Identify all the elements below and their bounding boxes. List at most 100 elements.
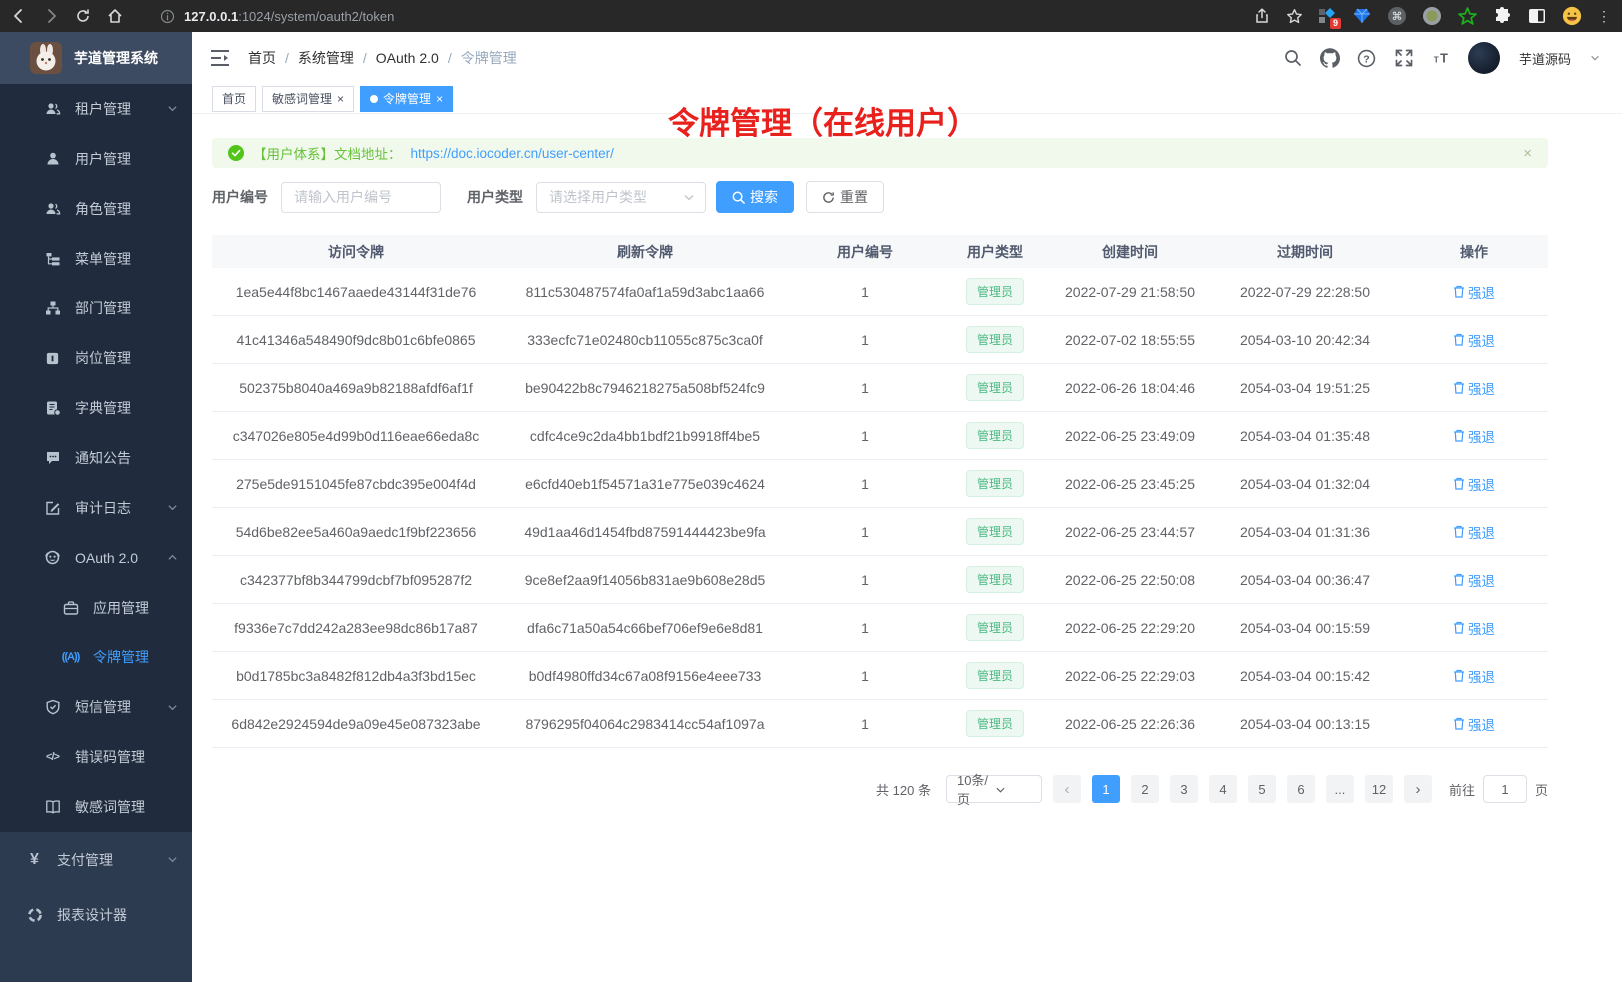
sidebar-item-menu-mgmt[interactable]: 菜单管理 — [0, 234, 192, 284]
force-logout-button[interactable]: 强退 — [1453, 282, 1495, 302]
red-annotation-text: 令牌管理（在线用户） — [668, 98, 978, 143]
page-button-3[interactable]: 3 — [1170, 775, 1198, 803]
page-button-12[interactable]: 12 — [1365, 775, 1393, 803]
page-button-5[interactable]: 5 — [1248, 775, 1276, 803]
sidebar-item-oauth-tokens[interactable]: ((A)) 令牌管理 — [0, 632, 192, 682]
sidebar-item-oauth[interactable]: OAuth 2.0 — [0, 533, 192, 583]
app-logo[interactable]: 芋道管理系统 — [0, 32, 192, 84]
alert-text: 【用户体系】文档地址： — [253, 143, 402, 163]
more-pages-button[interactable]: ... — [1326, 775, 1354, 803]
expires-cell: 2054-03-04 00:15:59 — [1210, 620, 1400, 636]
close-icon[interactable]: × — [436, 93, 443, 105]
access-token-cell: 41c41346a548490f9dc8b01c6bfe0865 — [212, 332, 500, 348]
chevron-down-icon[interactable] — [1590, 53, 1600, 63]
expires-cell: 2054-03-04 00:36:47 — [1210, 572, 1400, 588]
alert-close-icon[interactable]: × — [1523, 145, 1532, 162]
yen-icon: ¥ — [26, 851, 43, 868]
refresh-token-cell: e6cfd40eb1f54571a31e775e039c4624 — [500, 476, 790, 492]
access-token-cell: c342377bf8b344799dcbf7bf095287f2 — [212, 572, 500, 588]
share-icon[interactable] — [1253, 7, 1271, 25]
next-page-button[interactable]: › — [1404, 775, 1432, 803]
goto-page-input[interactable] — [1483, 775, 1527, 803]
page-info-icon[interactable] — [158, 7, 176, 25]
sidebar-item-sensitive-words[interactable]: 敏感词管理 — [0, 782, 192, 832]
page-button-2[interactable]: 2 — [1131, 775, 1159, 803]
sidebar-item-tenant[interactable]: 租户管理 — [0, 84, 192, 134]
sidebar-item-notice[interactable]: 通知公告 — [0, 433, 192, 483]
sidebar-item-payment[interactable]: ¥ 支付管理 — [0, 832, 192, 887]
chevron-down-icon — [167, 702, 178, 713]
goto-suffix: 页 — [1535, 780, 1548, 799]
force-logout-button[interactable]: 强退 — [1453, 426, 1495, 446]
sidebar-item-post[interactable]: 岗位管理 — [0, 333, 192, 383]
green-star-extension-icon[interactable] — [1457, 6, 1477, 26]
sidebar-item-sms[interactable]: 短信管理 — [0, 682, 192, 732]
created-cell: 2022-06-26 18:04:46 — [1050, 380, 1210, 396]
tab-home[interactable]: 首页 — [212, 86, 256, 112]
sidebar-item-audit-log[interactable]: 审计日志 — [0, 483, 192, 533]
page-button-4[interactable]: 4 — [1209, 775, 1237, 803]
search-icon[interactable] — [1283, 48, 1303, 68]
sidebar-toggle-icon[interactable] — [210, 48, 232, 68]
font-size-icon[interactable]: TT — [1431, 48, 1451, 68]
github-icon[interactable] — [1320, 48, 1340, 68]
breadcrumb-oauth[interactable]: OAuth 2.0 — [376, 50, 439, 66]
reset-button[interactable]: 重置 — [806, 181, 884, 213]
prev-page-button[interactable]: ‹ — [1053, 775, 1081, 803]
force-logout-button[interactable]: 强退 — [1453, 474, 1495, 494]
gem-extension-icon[interactable] — [1352, 6, 1372, 26]
sidebar-item-role[interactable]: 角色管理 — [0, 184, 192, 234]
force-logout-button[interactable]: 强退 — [1453, 570, 1495, 590]
sidebar-item-errcode[interactable]: </> 错误码管理 — [0, 732, 192, 782]
breadcrumb-system[interactable]: 系统管理 — [298, 48, 354, 68]
force-logout-button[interactable]: 强退 — [1453, 618, 1495, 638]
page-button-1[interactable]: 1 — [1092, 775, 1120, 803]
forward-icon[interactable] — [42, 7, 60, 25]
close-icon[interactable]: × — [337, 93, 344, 105]
created-cell: 2022-06-25 22:26:36 — [1050, 716, 1210, 732]
force-logout-button[interactable]: 强退 — [1453, 330, 1495, 350]
notice-bubble-icon — [44, 449, 61, 466]
user-type-badge: 管理员 — [966, 422, 1024, 449]
address-bar[interactable]: 127.0.0.1:1024/system/oauth2/token — [146, 3, 1239, 29]
force-logout-button[interactable]: 强退 — [1453, 714, 1495, 734]
sidepanel-icon[interactable] — [1527, 6, 1547, 26]
force-logout-button[interactable]: 强退 — [1453, 666, 1495, 686]
dot-extension-icon[interactable] — [1422, 6, 1442, 26]
force-logout-button[interactable]: 强退 — [1453, 522, 1495, 542]
browser-toolbar: 127.0.0.1:1024/system/oauth2/token 9 ⌘ ⋮ — [0, 0, 1622, 32]
url-path: :1024/system/oauth2/token — [238, 9, 394, 24]
user-id-cell: 1 — [790, 620, 940, 636]
pixel-extension-icon[interactable]: 9 — [1317, 6, 1337, 26]
user-type-label: 用户类型 — [467, 187, 523, 207]
profile-avatar-icon[interactable] — [1562, 6, 1582, 26]
user-type-select[interactable]: 请选择用户类型 — [536, 182, 706, 213]
help-icon[interactable]: ? — [1357, 48, 1377, 68]
fullscreen-icon[interactable] — [1394, 48, 1414, 68]
search-button[interactable]: 搜索 — [716, 181, 794, 213]
home-icon[interactable] — [106, 7, 124, 25]
user-type-badge: 管理员 — [966, 614, 1024, 641]
sidebar-item-user[interactable]: 用户管理 — [0, 134, 192, 184]
tab-token-mgmt[interactable]: 令牌管理 × — [360, 86, 453, 112]
command-extension-icon[interactable]: ⌘ — [1387, 6, 1407, 26]
puzzle-extensions-icon[interactable] — [1492, 6, 1512, 26]
bookmark-star-icon[interactable] — [1285, 7, 1303, 25]
chevron-down-icon — [683, 191, 695, 203]
user-avatar[interactable] — [1468, 42, 1500, 74]
created-cell: 2022-06-25 22:29:03 — [1050, 668, 1210, 684]
user-id-input[interactable] — [281, 182, 441, 213]
tab-sensitive-words[interactable]: 敏感词管理 × — [262, 86, 354, 112]
sidebar-item-report-designer[interactable]: 报表设计器 — [0, 887, 192, 942]
page-button-6[interactable]: 6 — [1287, 775, 1315, 803]
breadcrumb-home[interactable]: 首页 — [248, 48, 276, 68]
reload-icon[interactable] — [74, 7, 92, 25]
sidebar-item-dict[interactable]: 字典管理 — [0, 383, 192, 433]
page-size-select[interactable]: 10条/页 — [946, 775, 1042, 803]
sidebar-item-oauth-apps[interactable]: 应用管理 — [0, 583, 192, 633]
sidebar-item-dept[interactable]: 部门管理 — [0, 283, 192, 333]
browser-menu-icon[interactable]: ⋮ — [1597, 8, 1612, 25]
force-logout-button[interactable]: 强退 — [1453, 378, 1495, 398]
back-icon[interactable] — [10, 7, 28, 25]
doc-link[interactable]: https://doc.iocoder.cn/user-center/ — [411, 146, 614, 161]
